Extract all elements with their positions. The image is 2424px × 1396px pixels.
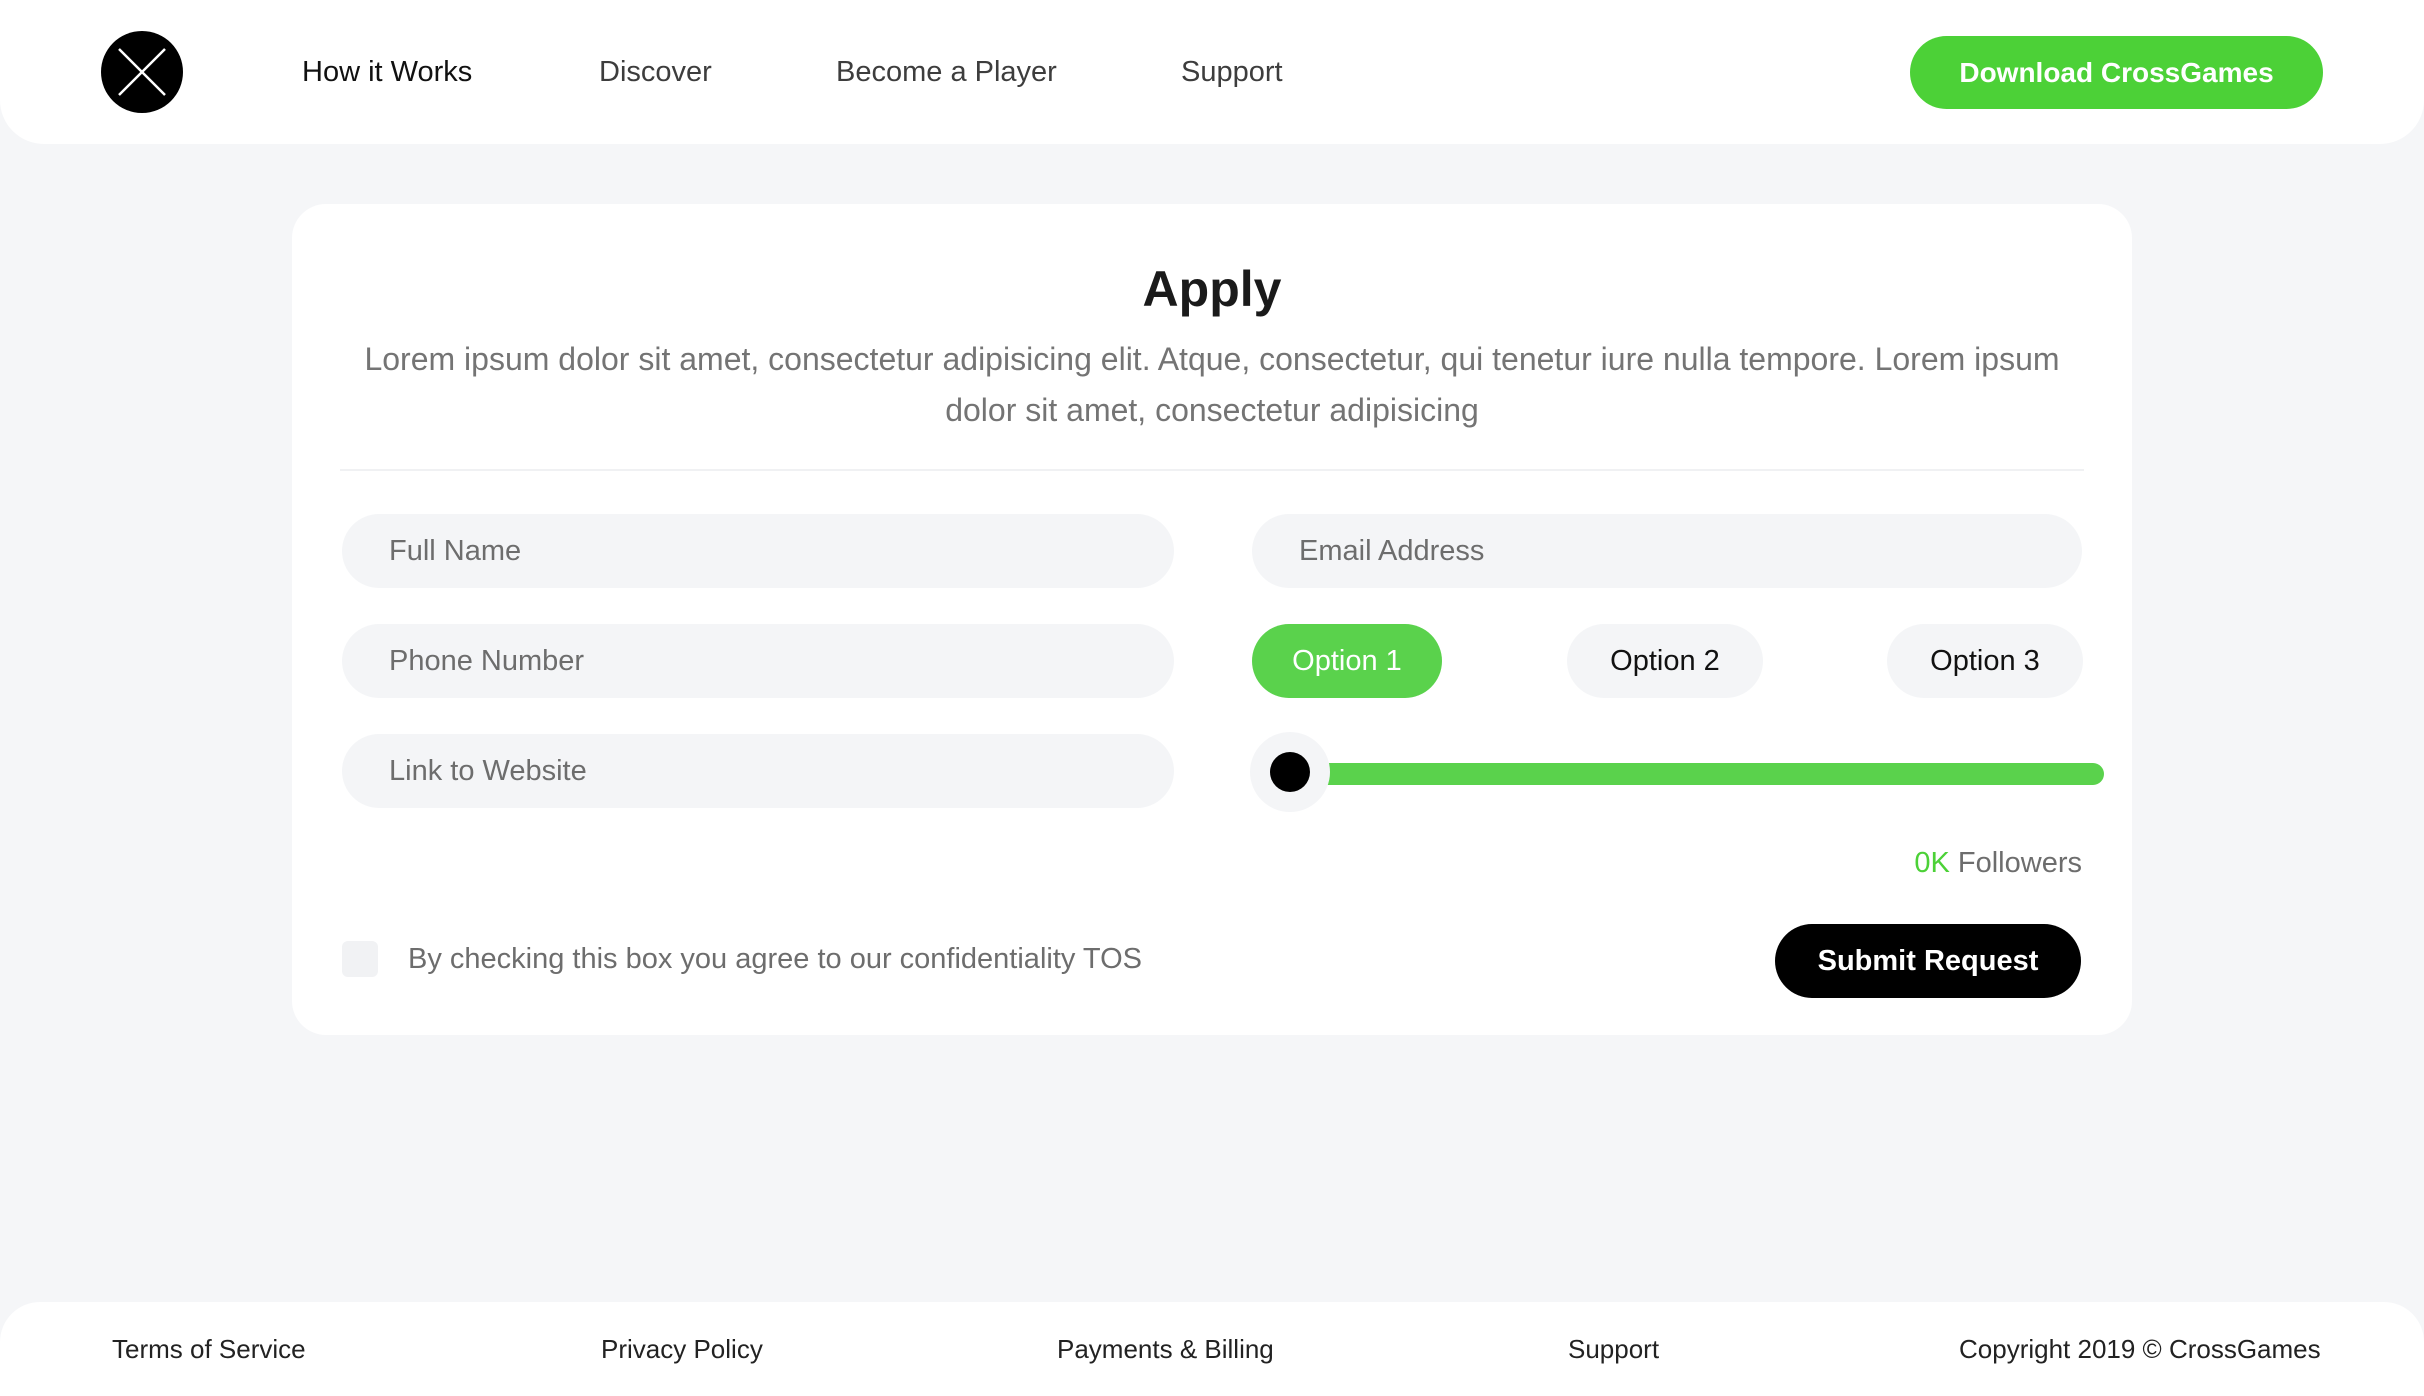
followers-readout: 0K Followers bbox=[1914, 845, 2082, 881]
nav-become-a-player[interactable]: Become a Player bbox=[836, 54, 1057, 90]
option-1-button[interactable]: Option 1 bbox=[1252, 624, 1442, 698]
footer-payments-link[interactable]: Payments & Billing bbox=[1057, 1332, 1274, 1366]
divider bbox=[340, 469, 2084, 471]
nav-discover[interactable]: Discover bbox=[599, 54, 712, 90]
email-field[interactable]: Email Address bbox=[1252, 514, 2082, 588]
footer-copyright: Copyright 2019 © CrossGames bbox=[1959, 1334, 2321, 1364]
website-link-input[interactable]: Link to Website bbox=[342, 734, 1174, 808]
submit-request-button[interactable]: Submit Request bbox=[1775, 924, 2081, 998]
tos-checkbox[interactable] bbox=[342, 941, 378, 977]
option-3-button[interactable]: Option 3 bbox=[1887, 624, 2083, 698]
apply-form-card: Apply Lorem ipsum dolor sit amet, consec… bbox=[292, 204, 2132, 1035]
x-circle-logo-icon[interactable] bbox=[101, 31, 183, 113]
footer-privacy-link[interactable]: Privacy Policy bbox=[601, 1332, 763, 1366]
followers-slider-handle[interactable] bbox=[1270, 752, 1310, 792]
full-name-input[interactable]: Full Name bbox=[342, 514, 1174, 588]
download-crossgames-button[interactable]: Download CrossGames bbox=[1910, 36, 2323, 109]
followers-label: Followers bbox=[1949, 847, 2082, 879]
site-header: How it Works Discover Become a Player Su… bbox=[0, 0, 2424, 144]
nav-how-it-works[interactable]: How it Works bbox=[302, 54, 472, 90]
option-2-button[interactable]: Option 2 bbox=[1567, 624, 1763, 698]
footer-terms-link[interactable]: Terms of Service bbox=[112, 1332, 306, 1366]
page-title: Apply bbox=[1142, 261, 1282, 317]
footer-support-link[interactable]: Support bbox=[1568, 1332, 1659, 1366]
phone-number-input[interactable]: Phone Number bbox=[342, 624, 1174, 698]
tos-checkbox-label: By checking this box you agree to our co… bbox=[408, 943, 1143, 975]
form-description: Lorem ipsum dolor sit amet, consectetur … bbox=[364, 341, 2060, 428]
followers-count: 0K bbox=[1914, 847, 1950, 879]
site-footer: Terms of Service Privacy Policy Payments… bbox=[0, 1302, 2424, 1396]
nav-support[interactable]: Support bbox=[1181, 54, 1283, 90]
followers-slider-track[interactable] bbox=[1312, 763, 2104, 785]
